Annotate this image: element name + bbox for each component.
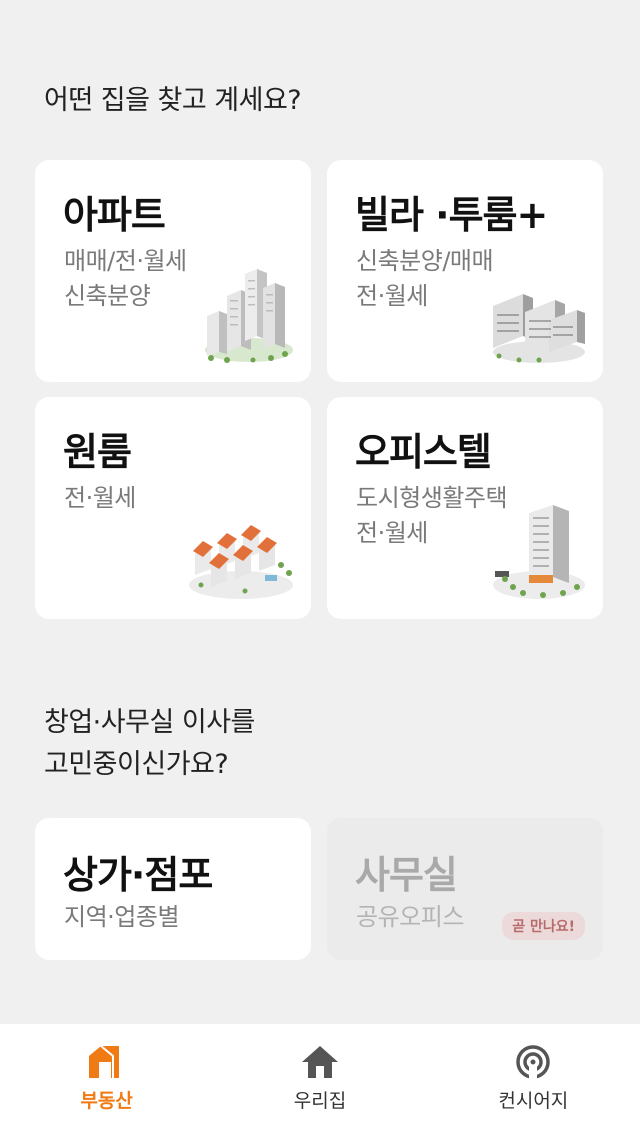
villa-tworoom-card[interactable]: 빌라 ·투룸+ 신축분양/매매 전·월세 [327,160,603,382]
oneroom-houses-illustration [189,525,293,599]
concierge-icon [516,1045,551,1080]
card-subtitle: 신축분양/매매 전·월세 [356,247,494,310]
tab-concierge[interactable]: 컨시어지 [427,1024,640,1136]
card-title: 아파트 [63,193,166,237]
card-subtitle: 도시형생활주택 전·월세 [356,484,508,547]
officetel-card[interactable]: 오피스텔 도시형생활주택 전·월세 [327,397,603,619]
villa-buildings-illustration [493,294,585,363]
card-title: 상가·점포 [63,853,213,897]
card-subtitle: 전·월세 [64,484,136,512]
card-title: 원룸 [63,430,132,474]
home-icon [301,1046,338,1078]
coming-soon-badge: 곧 만나요! [502,912,585,940]
tab-my-home[interactable]: 우리집 [213,1024,426,1136]
oneroom-card[interactable]: 원룸 전·월세 [35,397,311,619]
tab-real-estate[interactable]: 부동산 [0,1024,213,1136]
office-card: 사무실 공유오피스 곧 만나요! [327,818,603,960]
tab-label: 컨시어지 [498,1090,569,1112]
card-title: 빌라 ·투룸+ [355,193,548,237]
business-section-title: 창업·사무실 이사를 고민중이신가요? [44,707,255,780]
card-subtitle: 매매/전·월세 신축분양 [64,247,187,310]
officetel-tower-illustration [493,505,585,599]
apartment-complex-illustration [205,269,293,363]
card-title: 오피스텔 [355,430,492,474]
card-subtitle: 공유오피스 [356,903,464,931]
card-title: 사무실 [355,853,458,897]
bottom-tab-bar: 부동산 우리집 컨시어지 [0,1024,640,1136]
card-subtitle: 지역·업종별 [64,903,180,931]
page-title: 어떤 집을 찾고 계세요? [44,85,302,116]
apartment-card[interactable]: 아파트 매매/전·월세 신축분양 [35,160,311,382]
real-estate-icon [88,1045,119,1078]
tab-label: 우리집 [293,1090,347,1112]
store-shop-card[interactable]: 상가·점포 지역·업종별 [35,818,311,960]
tab-label: 부동산 [80,1090,133,1112]
